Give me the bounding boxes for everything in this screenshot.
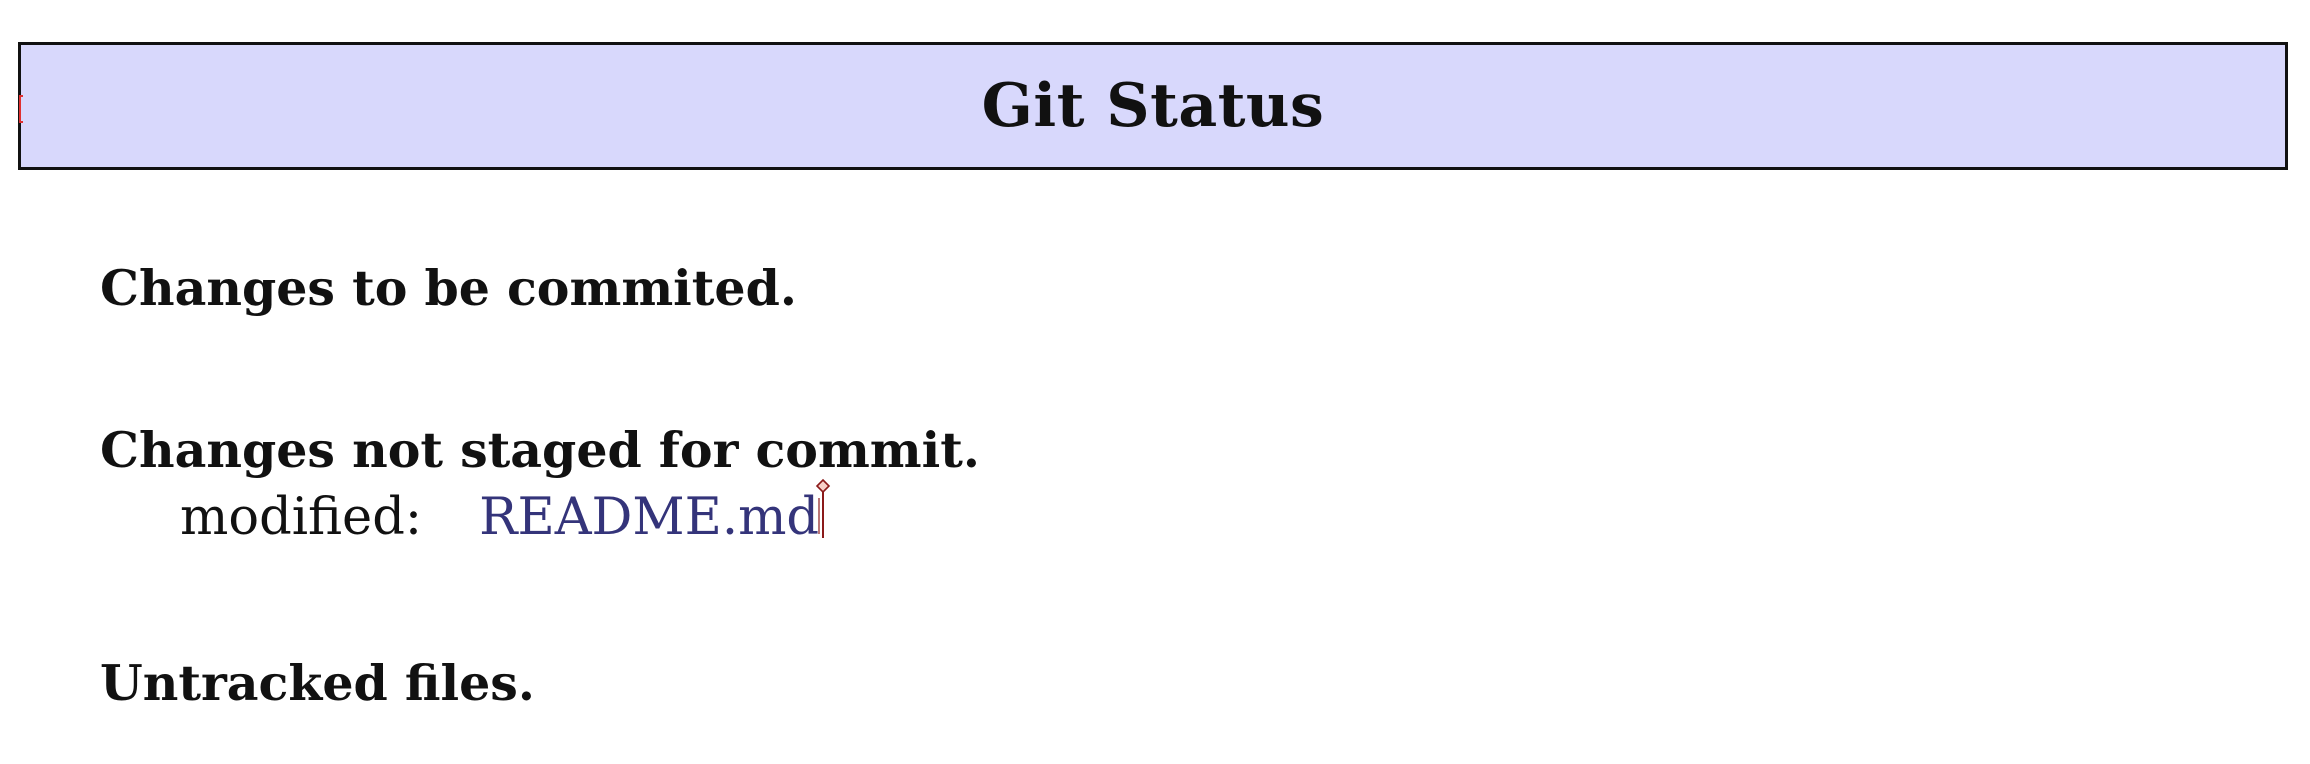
change-status-label: modified: <box>180 488 423 547</box>
unstaged-changes-heading: Changes not staged for commit. <box>100 421 980 479</box>
file-link-label: README.md <box>479 488 820 547</box>
unstaged-change-row: modified: README.md <box>180 478 831 547</box>
page-title: Git Status <box>981 71 1325 141</box>
text-cursor-icon <box>19 95 23 123</box>
staged-changes-heading: Changes to be commited. <box>100 259 797 317</box>
untracked-files-heading: Untracked files. <box>100 654 535 712</box>
header-banner: Git Status <box>18 42 2288 170</box>
file-link-readme[interactable]: README.md <box>479 478 831 543</box>
pencil-icon <box>815 478 831 538</box>
